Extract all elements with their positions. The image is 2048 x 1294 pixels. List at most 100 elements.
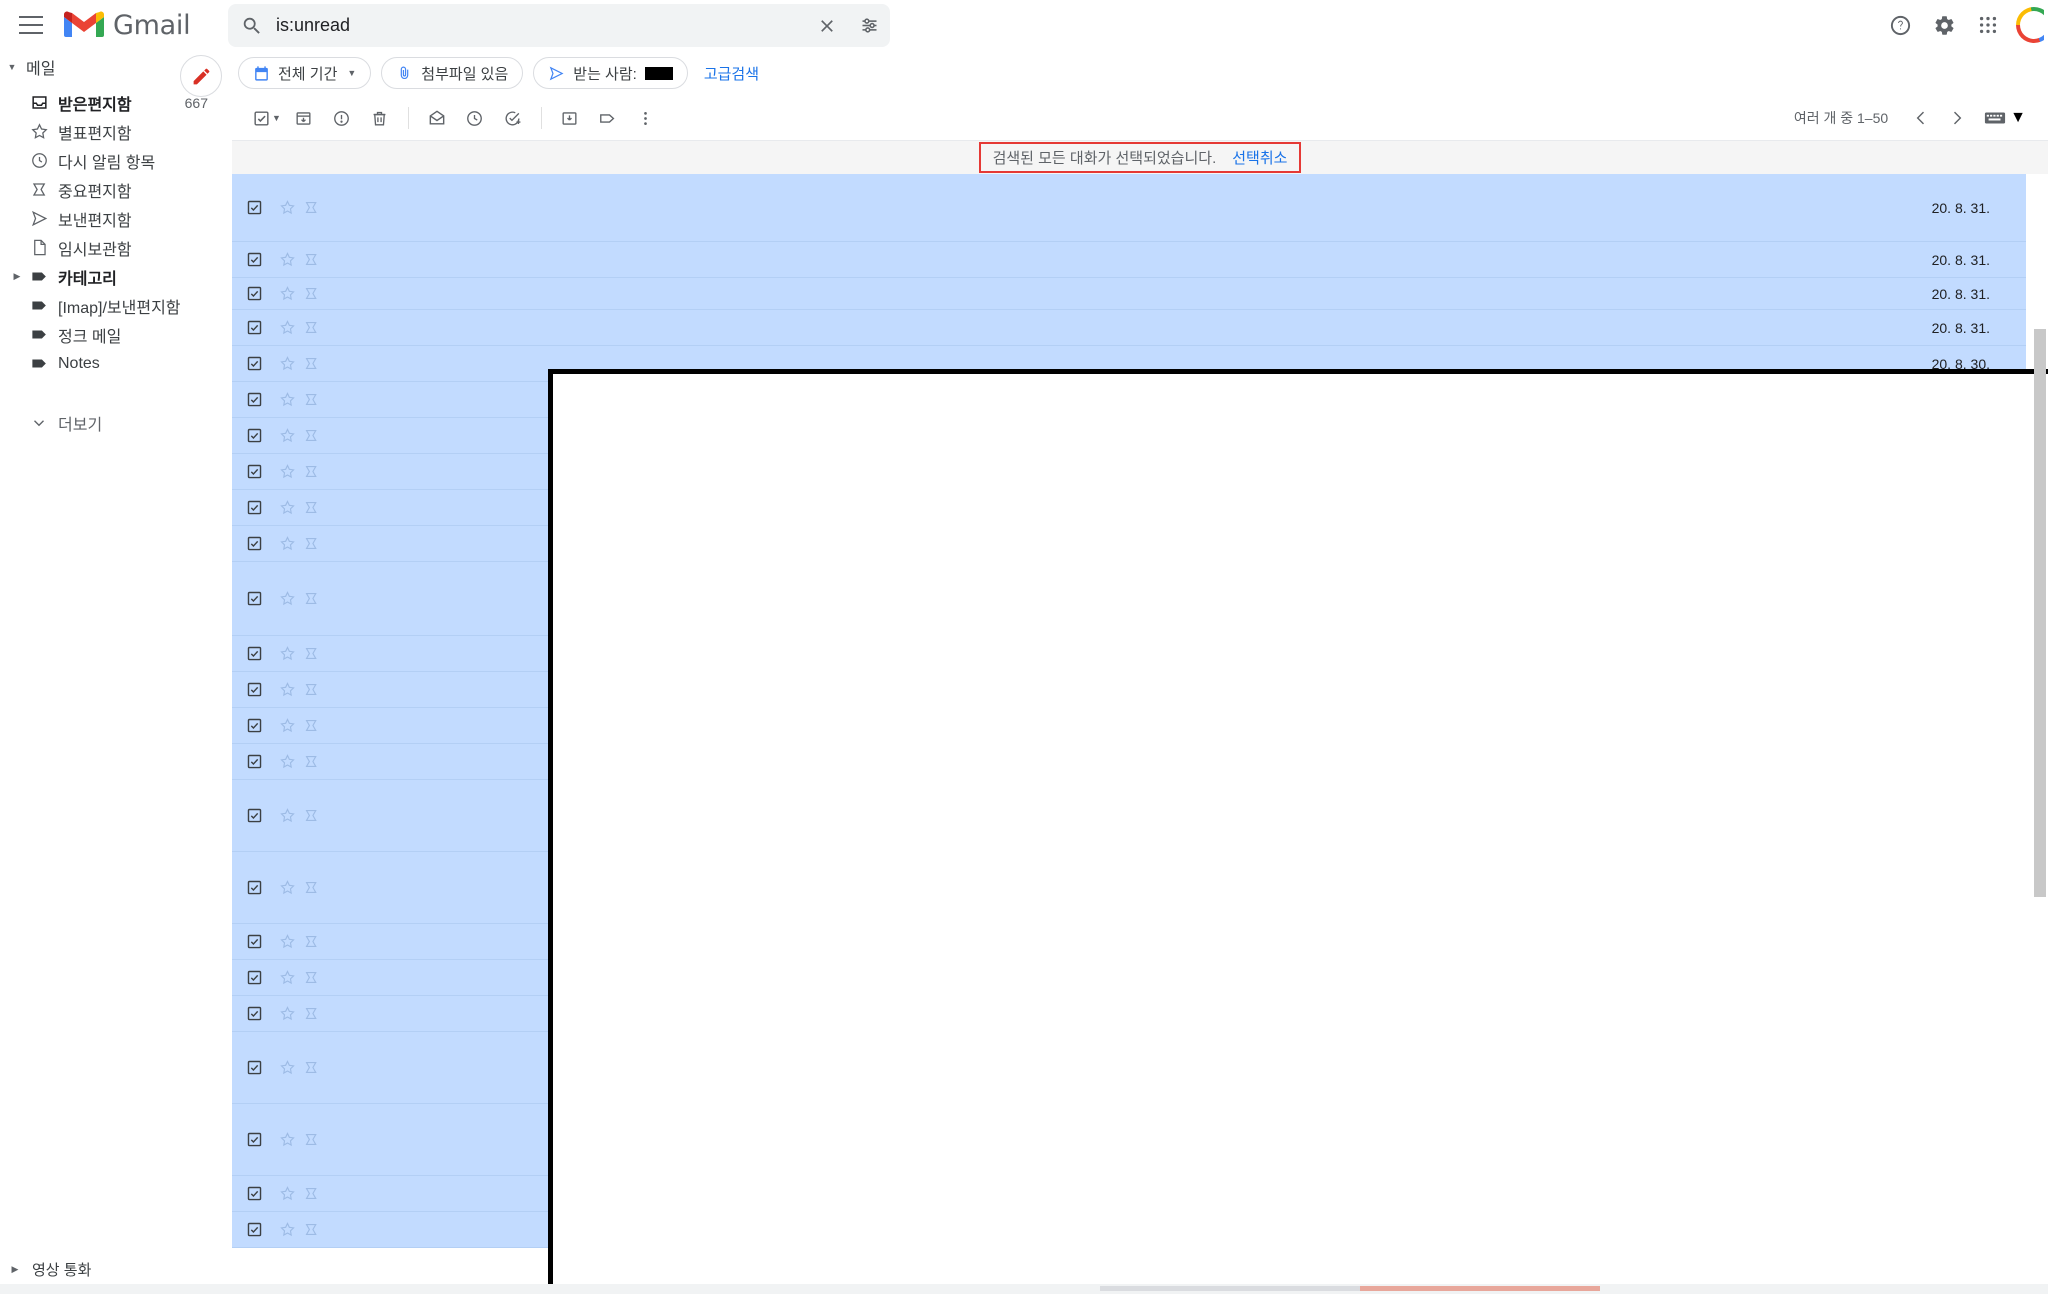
star-icon[interactable] bbox=[276, 969, 298, 986]
hamburger-icon[interactable] bbox=[0, 0, 62, 50]
row-checkbox[interactable] bbox=[232, 681, 276, 698]
importance-marker-icon[interactable] bbox=[298, 1059, 324, 1076]
mark-unread-button[interactable] bbox=[418, 99, 456, 137]
importance-marker-icon[interactable] bbox=[298, 463, 324, 480]
sidebar-item-starred[interactable]: 별표편지함 bbox=[0, 117, 232, 146]
star-icon[interactable] bbox=[276, 355, 298, 372]
row-checkbox[interactable] bbox=[232, 753, 276, 770]
add-to-tasks-button[interactable] bbox=[494, 99, 532, 137]
sidebar-item-imap-sent[interactable]: [Imap]/보낸편지함 bbox=[0, 291, 232, 320]
search-input[interactable] bbox=[276, 15, 806, 36]
horizontal-scrollbar[interactable] bbox=[0, 1284, 2048, 1294]
importance-marker-icon[interactable] bbox=[298, 535, 324, 552]
search-icon[interactable] bbox=[228, 4, 276, 47]
help-icon[interactable] bbox=[1880, 5, 1920, 45]
row-checkbox[interactable] bbox=[232, 1221, 276, 1238]
vertical-scrollbar[interactable] bbox=[2034, 329, 2046, 897]
star-icon[interactable] bbox=[276, 199, 298, 216]
importance-marker-icon[interactable] bbox=[298, 199, 324, 216]
sidebar-item-notes[interactable]: Notes bbox=[0, 349, 232, 378]
row-checkbox[interactable] bbox=[232, 717, 276, 734]
importance-marker-icon[interactable] bbox=[298, 319, 324, 336]
star-icon[interactable] bbox=[276, 319, 298, 336]
star-icon[interactable] bbox=[276, 1131, 298, 1148]
importance-marker-icon[interactable] bbox=[298, 1131, 324, 1148]
message-row[interactable]: 20. 8. 31. bbox=[232, 278, 2026, 310]
importance-marker-icon[interactable] bbox=[298, 879, 324, 896]
archive-button[interactable] bbox=[285, 99, 323, 137]
star-icon[interactable] bbox=[276, 879, 298, 896]
recipient-filter-chip[interactable]: 받는 사람: bbox=[533, 57, 688, 89]
gmail-brand[interactable]: Gmail bbox=[64, 10, 191, 41]
star-icon[interactable] bbox=[276, 391, 298, 408]
row-checkbox[interactable] bbox=[232, 319, 276, 336]
avatar[interactable] bbox=[2016, 7, 2044, 43]
sidebar-item-sent[interactable]: 보낸편지함 bbox=[0, 204, 232, 233]
next-page-button[interactable] bbox=[1940, 101, 1974, 135]
date-filter-chip[interactable]: 전체 기간 ▼ bbox=[238, 57, 372, 89]
advanced-search-link[interactable]: 고급검색 bbox=[704, 63, 759, 84]
star-icon[interactable] bbox=[276, 1005, 298, 1022]
row-checkbox[interactable] bbox=[232, 499, 276, 516]
importance-marker-icon[interactable] bbox=[298, 499, 324, 516]
more-options-button[interactable] bbox=[627, 99, 665, 137]
row-checkbox[interactable] bbox=[232, 535, 276, 552]
search-bar[interactable] bbox=[228, 4, 890, 47]
deselect-all-link[interactable]: 선택취소 bbox=[1232, 147, 1287, 168]
star-icon[interactable] bbox=[276, 681, 298, 698]
importance-marker-icon[interactable] bbox=[298, 391, 324, 408]
importance-marker-icon[interactable] bbox=[298, 1185, 324, 1202]
importance-marker-icon[interactable] bbox=[298, 427, 324, 444]
sidebar-item-more[interactable]: 더보기 bbox=[0, 408, 232, 437]
video-call-section[interactable]: ▶ 영상 통화 bbox=[0, 1259, 232, 1280]
star-icon[interactable] bbox=[276, 717, 298, 734]
chevron-down-icon[interactable]: ▼ bbox=[272, 113, 281, 123]
star-icon[interactable] bbox=[276, 463, 298, 480]
row-checkbox[interactable] bbox=[232, 199, 276, 216]
star-icon[interactable] bbox=[276, 1185, 298, 1202]
row-checkbox[interactable] bbox=[232, 285, 276, 302]
importance-marker-icon[interactable] bbox=[298, 645, 324, 662]
importance-marker-icon[interactable] bbox=[298, 590, 324, 607]
importance-marker-icon[interactable] bbox=[298, 355, 324, 372]
row-checkbox[interactable] bbox=[232, 1059, 276, 1076]
google-apps-icon[interactable] bbox=[1968, 5, 2008, 45]
row-checkbox[interactable] bbox=[232, 355, 276, 372]
row-checkbox[interactable] bbox=[232, 463, 276, 480]
snooze-button[interactable] bbox=[456, 99, 494, 137]
star-icon[interactable] bbox=[276, 251, 298, 268]
star-icon[interactable] bbox=[276, 753, 298, 770]
delete-button[interactable] bbox=[361, 99, 399, 137]
row-checkbox[interactable] bbox=[232, 879, 276, 896]
row-checkbox[interactable] bbox=[232, 391, 276, 408]
star-icon[interactable] bbox=[276, 427, 298, 444]
message-row[interactable]: 20. 8. 31. bbox=[232, 242, 2026, 278]
chevron-right-icon[interactable]: ▶ bbox=[10, 271, 24, 282]
input-tools-button[interactable]: ▼ bbox=[1984, 109, 2026, 127]
importance-marker-icon[interactable] bbox=[298, 717, 324, 734]
row-checkbox[interactable] bbox=[232, 1185, 276, 1202]
row-checkbox[interactable] bbox=[232, 251, 276, 268]
importance-marker-icon[interactable] bbox=[298, 807, 324, 824]
importance-marker-icon[interactable] bbox=[298, 251, 324, 268]
star-icon[interactable] bbox=[276, 645, 298, 662]
message-row[interactable]: 20. 8. 31. bbox=[232, 174, 2026, 242]
row-checkbox[interactable] bbox=[232, 807, 276, 824]
labels-button[interactable] bbox=[589, 99, 627, 137]
star-icon[interactable] bbox=[276, 1059, 298, 1076]
report-spam-button[interactable] bbox=[323, 99, 361, 137]
sidebar-item-drafts[interactable]: 임시보관함 bbox=[0, 233, 232, 262]
search-options-icon[interactable] bbox=[848, 4, 890, 47]
previous-page-button[interactable] bbox=[1904, 101, 1938, 135]
close-icon[interactable] bbox=[806, 4, 848, 47]
scrollbar-thumb[interactable] bbox=[1100, 1286, 1360, 1291]
star-icon[interactable] bbox=[276, 499, 298, 516]
sidebar-item-snoozed[interactable]: 다시 알림 항목 bbox=[0, 146, 232, 175]
row-checkbox[interactable] bbox=[232, 969, 276, 986]
row-checkbox[interactable] bbox=[232, 590, 276, 607]
star-icon[interactable] bbox=[276, 1221, 298, 1238]
star-icon[interactable] bbox=[276, 590, 298, 607]
gear-icon[interactable] bbox=[1924, 5, 1964, 45]
importance-marker-icon[interactable] bbox=[298, 969, 324, 986]
message-row[interactable]: 20. 8. 31. bbox=[232, 310, 2026, 346]
